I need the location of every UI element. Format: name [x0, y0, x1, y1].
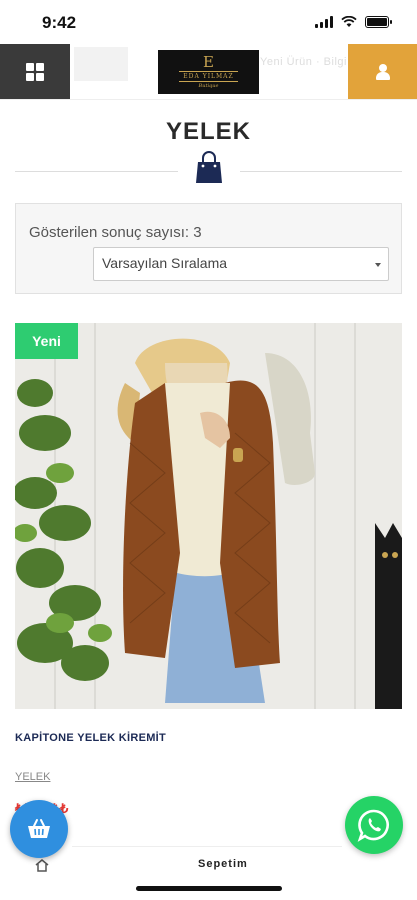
whatsapp-button[interactable]	[345, 796, 403, 854]
user-icon	[375, 63, 390, 80]
logo-mark: E	[203, 53, 214, 71]
product-image[interactable]: Yeni	[15, 323, 402, 709]
header-ghost-text: Yeni Ürün · Bilgi	[260, 56, 347, 68]
status-time: 9:42	[42, 13, 77, 32]
new-badge: Yeni	[15, 323, 78, 359]
product-photo	[15, 323, 402, 709]
dropdown-caret-icon	[375, 263, 381, 267]
page-title: YELEK	[165, 118, 251, 145]
filter-box: Gösterilen sonuç sayısı: 3 Varsayılan Sı…	[15, 203, 402, 294]
wifi-icon	[341, 16, 357, 27]
account-button[interactable]	[348, 44, 417, 99]
home-icon[interactable]	[34, 858, 50, 872]
app-header: Yeni Ürün · Bilgi E EDA YILMAZ Butique	[0, 44, 417, 100]
grid-menu-icon	[26, 62, 44, 81]
product-name[interactable]: KAPİTONE YELEK KİREMİT	[15, 732, 166, 744]
result-count: Gösterilen sonuç sayısı: 3	[29, 224, 202, 241]
battery-icon	[365, 16, 392, 28]
bottom-divider	[72, 846, 342, 847]
product-category-link[interactable]: YELEK	[15, 771, 50, 783]
shopping-bag-icon	[196, 151, 222, 183]
sort-select[interactable]: Varsayılan Sıralama	[93, 247, 389, 281]
title-divider-left	[15, 171, 178, 172]
brand-logo[interactable]: E EDA YILMAZ Butique	[158, 50, 259, 94]
bottom-label[interactable]: Sepetim	[198, 858, 248, 870]
sort-selected-value: Varsayılan Sıralama	[102, 255, 228, 271]
logo-name: EDA YILMAZ	[179, 71, 238, 82]
signal-icon	[315, 16, 333, 28]
status-icons	[315, 16, 392, 28]
logo-sub: Butique	[198, 83, 219, 89]
cart-button[interactable]	[10, 800, 68, 858]
whatsapp-icon	[357, 809, 389, 842]
title-divider-right	[240, 171, 402, 172]
home-indicator	[136, 886, 282, 891]
status-bar: 9:42	[0, 0, 417, 44]
basket-icon	[28, 819, 50, 838]
menu-button[interactable]	[0, 44, 70, 99]
header-ghost-button	[74, 47, 128, 81]
